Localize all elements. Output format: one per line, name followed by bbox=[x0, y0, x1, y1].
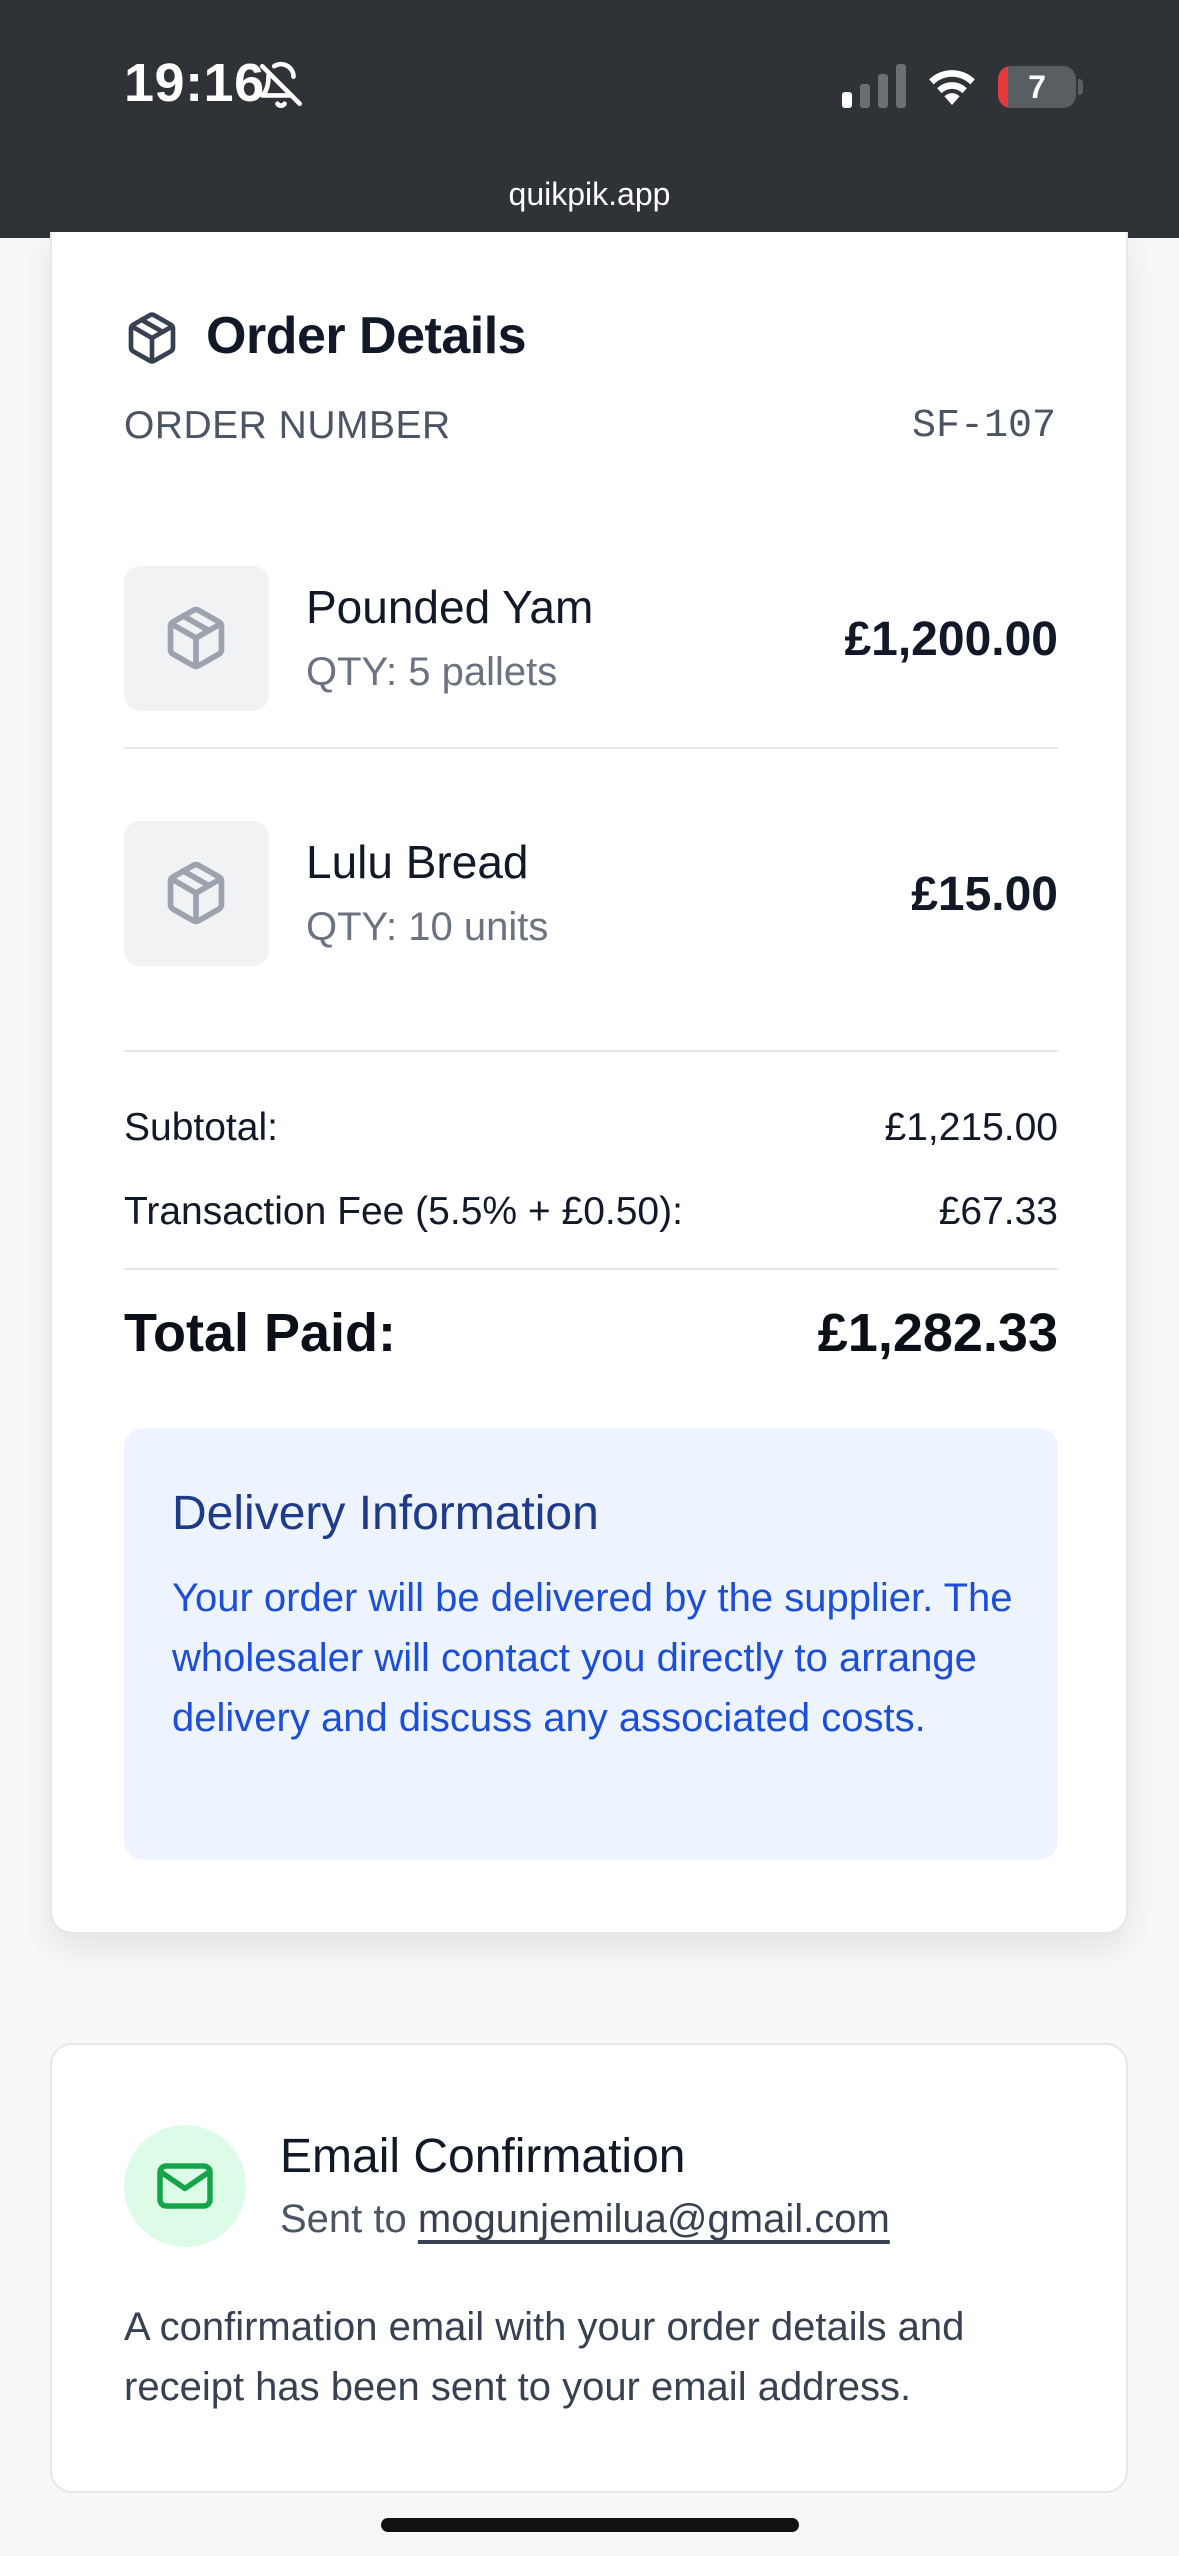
item-name: Lulu Bread bbox=[306, 836, 529, 888]
delivery-info-box: Delivery Information Your order will be … bbox=[124, 1428, 1058, 1860]
email-sent-prefix: Sent to bbox=[280, 2197, 418, 2241]
order-details-card: Order Details ORDER NUMBER SF-107 Pounde… bbox=[50, 232, 1128, 1934]
item-thumbnail bbox=[124, 821, 269, 966]
package-icon bbox=[167, 606, 225, 670]
mail-icon-badge bbox=[124, 2125, 246, 2247]
package-icon bbox=[128, 312, 176, 364]
email-address-link[interactable]: mogunjemilua@gmail.com bbox=[418, 2197, 890, 2241]
cellular-signal-icon bbox=[842, 64, 906, 108]
item-price: £15.00 bbox=[911, 868, 1058, 921]
summary-divider bbox=[124, 1050, 1058, 1052]
battery-icon: 7 bbox=[998, 66, 1076, 108]
email-confirmation-title: Email Confirmation bbox=[280, 2130, 686, 2183]
delivery-info-text: Your order will be delivered by the supp… bbox=[172, 1576, 1013, 1740]
subtotal-label: Subtotal: bbox=[124, 1106, 278, 1149]
browser-url[interactable]: quikpik.app bbox=[0, 176, 1179, 213]
item-quantity: QTY: 10 units bbox=[306, 905, 549, 949]
total-paid-row: Total Paid: £1,282.33 bbox=[124, 1302, 1058, 1372]
delivery-info-title: Delivery Information bbox=[172, 1487, 599, 1540]
email-confirmation-card: Email Confirmation Sent to mogunjemilua@… bbox=[50, 2043, 1128, 2493]
subtotal-row: Subtotal: £1,215.00 bbox=[124, 1106, 1058, 1156]
wifi-icon bbox=[929, 70, 975, 105]
transaction-fee-row: Transaction Fee (5.5% + £0.50): £67.33 bbox=[124, 1190, 1058, 1240]
item-divider bbox=[124, 747, 1058, 749]
total-paid-value: £1,282.33 bbox=[817, 1303, 1058, 1363]
total-divider bbox=[124, 1268, 1058, 1270]
order-number-value: SF-107 bbox=[911, 404, 1056, 449]
total-paid-label: Total Paid: bbox=[124, 1303, 397, 1363]
status-bar: 19:16 7 quikpik.app bbox=[0, 0, 1179, 238]
battery-percentage: 7 bbox=[1028, 69, 1046, 105]
package-icon bbox=[167, 861, 225, 925]
home-indicator[interactable] bbox=[381, 2518, 799, 2532]
transaction-fee-label: Transaction Fee (5.5% + £0.50): bbox=[124, 1190, 683, 1233]
mail-icon bbox=[157, 2163, 213, 2209]
order-item: Pounded Yam QTY: 5 pallets £1,200.00 bbox=[124, 566, 1058, 711]
order-details-title: Order Details bbox=[206, 307, 527, 365]
bell-slash-icon bbox=[259, 61, 303, 108]
email-confirmation-text: A confirmation email with your order det… bbox=[124, 2305, 965, 2409]
item-thumbnail bbox=[124, 566, 269, 711]
item-quantity: QTY: 5 pallets bbox=[306, 650, 558, 694]
transaction-fee-value: £67.33 bbox=[938, 1190, 1058, 1233]
battery-tip bbox=[1078, 79, 1083, 95]
status-time: 19:16 bbox=[124, 53, 265, 113]
order-number-label: ORDER NUMBER bbox=[124, 404, 451, 447]
order-item: Lulu Bread QTY: 10 units £15.00 bbox=[124, 821, 1058, 966]
email-sent-to: Sent to mogunjemilua@gmail.com bbox=[280, 2197, 890, 2242]
item-price: £1,200.00 bbox=[844, 613, 1058, 666]
item-name: Pounded Yam bbox=[306, 581, 594, 633]
subtotal-value: £1,215.00 bbox=[884, 1106, 1058, 1149]
